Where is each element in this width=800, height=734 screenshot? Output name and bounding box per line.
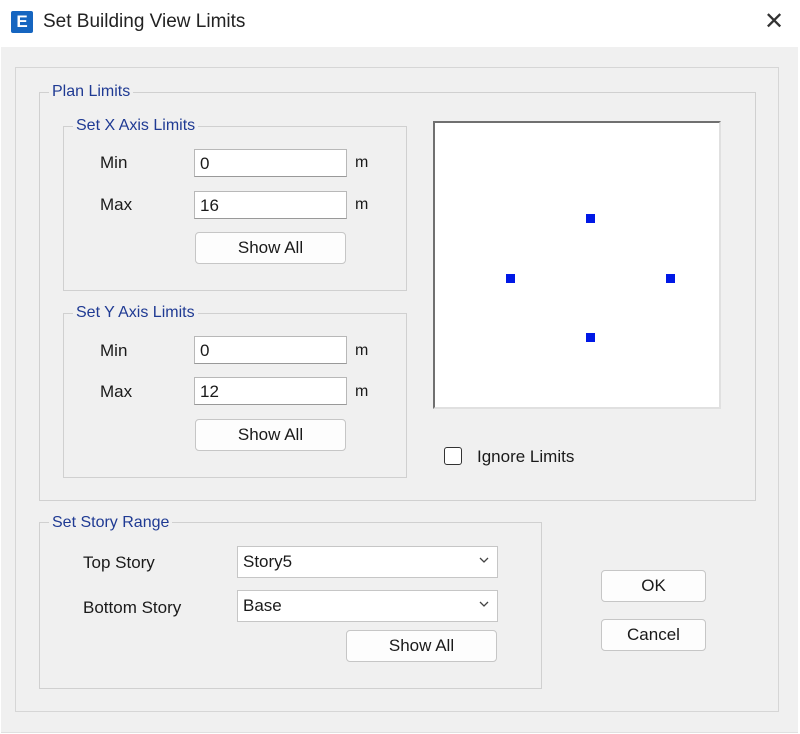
top-story-label: Top Story <box>83 553 155 572</box>
cancel-button[interactable]: Cancel <box>601 619 706 651</box>
chevron-down-icon <box>479 601 489 607</box>
x-show-all-button[interactable]: Show All <box>195 232 346 264</box>
x-max-label: Max <box>100 195 133 214</box>
top-story-value: Story5 <box>243 552 293 571</box>
x-max-unit: m <box>355 196 369 213</box>
x-min-unit: m <box>355 154 369 171</box>
preview-marker-bottom <box>586 333 595 342</box>
preview-marker-right <box>666 274 675 283</box>
x-max-input[interactable]: 16 <box>194 191 347 219</box>
preview-marker-top <box>586 214 595 223</box>
y-min-input[interactable]: 0 <box>194 336 347 364</box>
y-max-unit: m <box>355 383 369 400</box>
y-axis-limits-legend: Set Y Axis Limits <box>73 304 198 322</box>
preview-marker-left <box>506 274 515 283</box>
bottom-story-dropdown[interactable]: Base <box>237 590 498 622</box>
plan-limits-legend: Plan Limits <box>49 83 134 101</box>
y-min-unit: m <box>355 342 369 359</box>
title-bar: E Set Building View Limits ✕ <box>0 0 800 47</box>
top-story-dropdown[interactable]: Story5 <box>237 546 498 578</box>
close-icon[interactable]: ✕ <box>760 8 788 36</box>
window-title: Set Building View Limits <box>43 11 246 32</box>
y-max-label: Max <box>100 382 133 401</box>
ignore-limits-label: Ignore Limits <box>477 447 575 466</box>
y-max-input[interactable]: 12 <box>194 377 347 405</box>
x-min-label: Min <box>100 153 128 172</box>
etabs-app-icon: E <box>11 11 33 33</box>
bottom-story-label: Bottom Story <box>83 598 182 617</box>
y-min-label: Min <box>100 341 128 360</box>
chevron-down-icon <box>479 557 489 563</box>
ignore-limits-checkbox[interactable] <box>444 447 462 465</box>
bottom-story-value: Base <box>243 596 282 615</box>
story-show-all-button[interactable]: Show All <box>346 630 497 662</box>
x-min-input[interactable]: 0 <box>194 149 347 177</box>
y-show-all-button[interactable]: Show All <box>195 419 346 451</box>
plan-preview-canvas[interactable] <box>433 121 721 409</box>
story-range-legend: Set Story Range <box>49 514 173 532</box>
ok-button[interactable]: OK <box>601 570 706 602</box>
x-axis-limits-legend: Set X Axis Limits <box>73 117 199 135</box>
